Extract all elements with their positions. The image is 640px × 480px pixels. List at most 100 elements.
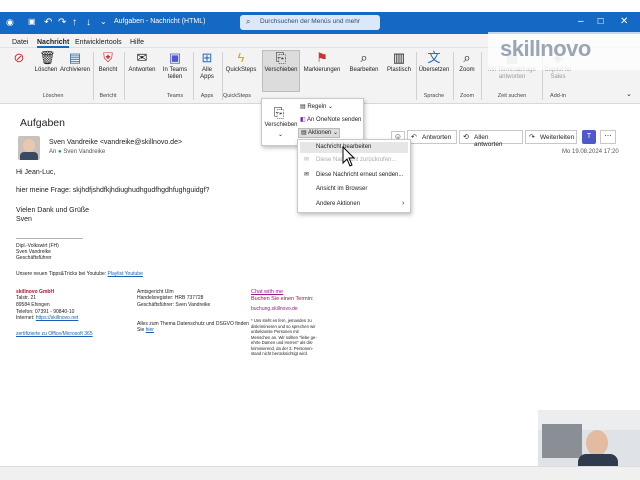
maximize-icon[interactable]: ☐ <box>597 17 604 26</box>
onenote-button[interactable]: ◧ An OneNote senden <box>300 116 361 123</box>
sender: Sven Vandreike <vandreike@skillnovo.de> <box>49 139 183 146</box>
trainer-link[interactable]: zertifizierte zu Office/Microsoft 365 <box>16 331 93 337</box>
group-loeschen: Löschen <box>42 93 64 99</box>
save-icon[interactable]: ▣ <box>28 17 36 26</box>
youtube-link[interactable]: Playlist Youtube <box>108 271 143 277</box>
report-button[interactable]: ⛨ Bericht <box>96 51 120 74</box>
gender-note: * Uns steht es fern, jemanden zu diskrim… <box>251 318 317 356</box>
brand-watermark: skillnovo <box>488 32 640 70</box>
ribbon-separator <box>93 52 94 100</box>
privacy-link[interactable]: hier <box>146 327 154 333</box>
share-teams-button[interactable]: ▣ In Teams teilen <box>160 51 190 81</box>
sig-tips: Unsere neuen Tipps&Tricks bei Youtube: P… <box>16 271 143 277</box>
menu-datei[interactable]: Datei <box>12 39 28 46</box>
all-apps-button[interactable]: ⊞ Alle Apps <box>196 51 218 81</box>
group-bericht: Bericht <box>99 93 117 99</box>
move-folder-icon: ⎘ <box>275 50 287 65</box>
move-icon: ⎘ <box>274 105 285 120</box>
booking-text: Buchen Sie einen Termin: <box>251 296 314 302</box>
mouse-cursor-icon <box>342 146 356 167</box>
actions-button[interactable]: ▤ Aktionen ⌄ <box>298 128 340 138</box>
close-icon[interactable]: ✕ <box>620 16 628 27</box>
sig-register: Handelsregister: HRB 737728 <box>137 295 204 301</box>
undo-icon[interactable]: ↶ <box>44 17 52 28</box>
title-bar: ◉ ▣ ↶ ↷ ↑ ↓ ⌄ Aufgaben - Nachricht (HTML… <box>0 12 640 34</box>
search-icon: ⌕ <box>246 17 251 26</box>
body-text: hier meine Frage: skjhdfjshdfkjhdiughudh… <box>16 187 210 194</box>
zoom-icon: ⌕ <box>463 50 471 65</box>
down-arrow-icon[interactable]: ↓ <box>86 17 91 28</box>
webcam-overlay <box>538 410 640 468</box>
collapse-ribbon-icon[interactable]: ⌄ <box>626 90 632 98</box>
menu-item-resend[interactable]: Diese Nachricht erneut senden... <box>316 172 403 178</box>
flags-button[interactable]: ⚑ Markierungen <box>302 51 342 74</box>
archive-icon: ▤ <box>68 50 82 65</box>
junk-button[interactable]: ⊘ <box>12 51 26 67</box>
sig-role: Geschäftsführer <box>16 255 52 261</box>
group-zeit-suchen: Zeit suchen <box>497 93 527 99</box>
recipient-row: An ● Sven Vandreike <box>49 149 106 155</box>
presence-icon: ● <box>58 149 62 155</box>
reply-ribbon-button[interactable]: ✉ Antworten <box>127 51 157 74</box>
translate-button[interactable]: 文 Übersetzen <box>418 51 450 74</box>
reply-icon: ↶ <box>411 134 417 141</box>
rules-button[interactable]: ▤ Regeln ⌄ <box>300 103 333 110</box>
reply-all-icon: ⟲ <box>463 134 469 141</box>
menu-nachricht[interactable]: Nachricht <box>37 39 70 48</box>
group-add-in: Add-in <box>550 93 566 99</box>
recipient[interactable]: Sven Vandreike <box>63 149 105 155</box>
group-apps: Apps <box>200 93 214 99</box>
ribbon-separator <box>453 52 454 100</box>
forward-button[interactable]: ↷ Weiterleiten <box>525 130 577 144</box>
website-link[interactable]: https://skillnovo.net <box>36 315 79 321</box>
menu-item-recall[interactable]: Diese Nachricht zurückrufen... <box>316 157 396 163</box>
rules-icon: ▤ <box>300 104 306 110</box>
zoom-button[interactable]: ⌕ Zoom <box>456 51 478 74</box>
search-input[interactable]: ⌕ Durchsuchen der Menüs und mehr <box>240 15 380 30</box>
minimize-icon[interactable]: – <box>578 16 584 27</box>
menu-item-other-actions[interactable]: Andere Aktionen <box>316 201 360 207</box>
ribbon-separator <box>416 52 417 100</box>
avatar-shirt <box>20 152 38 160</box>
resend-icon: ✉ <box>304 172 310 178</box>
reader-icon: ▥ <box>392 50 406 65</box>
immersive-button[interactable]: ▥ Plastisch <box>384 51 414 74</box>
up-arrow-icon[interactable]: ↑ <box>72 17 77 28</box>
move-button[interactable]: ⎘ Verschieben <box>262 50 300 92</box>
sig-city: 89584 Ehingen <box>16 302 50 308</box>
redo-icon[interactable]: ↷ <box>58 17 66 28</box>
shield-icon: ⛨ <box>103 50 113 65</box>
apps-grid-icon: ⊞ <box>201 50 213 65</box>
reply-button[interactable]: ↶ Antworten <box>407 130 457 144</box>
flag-icon: ⚑ <box>316 50 328 65</box>
trash-icon: 🗑 <box>39 50 56 65</box>
chat-link[interactable]: Chat with me <box>251 289 283 295</box>
delete-button[interactable]: 🗑 Löschen <box>32 51 60 74</box>
edit-button[interactable]: ⌕ Bearbeiten <box>346 51 382 74</box>
menu-entwicklertools[interactable]: Entwicklertools <box>75 39 122 46</box>
message-date: Mo 19.08.2024 17:20 <box>562 149 619 155</box>
teams-chat-icon[interactable]: T <box>582 130 596 144</box>
quicksteps-button[interactable]: ϟ QuickSteps <box>225 51 257 74</box>
menu-item-view-browser[interactable]: Ansicht im Browser <box>316 186 367 192</box>
group-teams: Teams <box>166 93 184 99</box>
sig-ceo: Geschäftsführer: Sven Vandreike <box>137 302 211 308</box>
more-options-icon[interactable]: ⋯ <box>600 130 616 144</box>
archive-button[interactable]: ▤ Archivieren <box>60 51 90 74</box>
booking-link[interactable]: buchung.skillnovo.de <box>251 306 298 312</box>
move-big-button[interactable]: ⎘ Verschieben ⌄ <box>264 101 298 145</box>
reply-all-button[interactable]: ⟲ Allen antworten <box>459 130 523 148</box>
taskbar <box>0 466 640 480</box>
translate-icon: 文 <box>427 50 441 65</box>
junk-icon: ⊘ <box>13 50 25 65</box>
menu-hilfe[interactable]: Hilfe <box>130 39 144 46</box>
closing: Vielen Dank und Grüße <box>16 207 90 214</box>
reply-envelope-icon: ✉ <box>136 50 148 65</box>
lightning-icon: ϟ <box>237 50 245 65</box>
sig-web: Internet: https://skillnovo.net <box>16 315 79 321</box>
avatar[interactable] <box>18 136 40 160</box>
forward-icon: ↷ <box>529 134 535 141</box>
customize-chevron-icon[interactable]: ⌄ <box>100 17 107 26</box>
ribbon-separator <box>481 52 482 100</box>
ribbon-separator <box>193 52 194 100</box>
